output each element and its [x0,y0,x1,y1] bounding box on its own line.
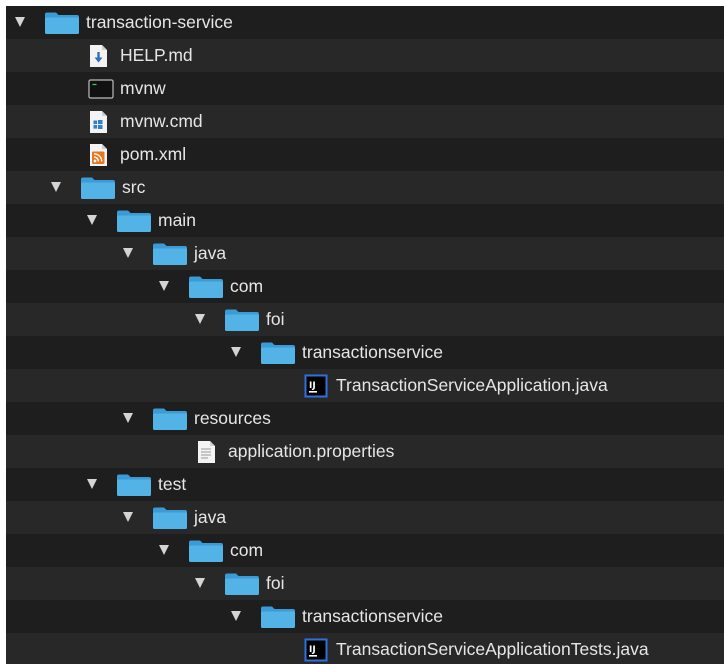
disclosure-triangle-icon[interactable] [123,248,133,258]
tree-item-label: com [230,276,264,296]
tree-folder-row[interactable]: test [6,468,724,501]
disclosure-triangle-icon[interactable] [159,545,169,555]
tree-folder-row[interactable]: com [6,270,724,303]
tree-folder-row[interactable]: java [6,237,724,270]
tree-file-row[interactable]: application.properties [6,435,724,468]
folder-icon [188,275,224,304]
disclosure-triangle-icon[interactable] [87,479,97,489]
tree-item-label: mvnw.cmd [120,111,203,131]
disclosure-triangle-icon[interactable] [123,413,133,423]
folder-icon [80,176,116,205]
svg-text:IJ: IJ [309,645,316,655]
tree-folder-row[interactable]: resources [6,402,724,435]
intellij-java-file-icon: IJ [304,374,328,403]
tree-file-row[interactable]: mvnw [6,72,724,105]
tree-item-label: com [230,540,264,560]
tree-item-label: TransactionServiceApplication.java [336,375,608,395]
tree-folder-row[interactable]: transaction-service [6,6,724,39]
tree-item-label: resources [194,408,271,428]
tree-folder-row[interactable]: main [6,204,724,237]
folder-icon [44,11,80,40]
terminal-file-icon [88,77,114,106]
disclosure-triangle-icon[interactable] [123,512,133,522]
text-document-icon [196,440,217,469]
tree-item-label: application.properties [228,441,395,461]
disclosure-triangle-icon[interactable] [195,578,205,588]
markdown-file-icon [88,44,109,73]
disclosure-triangle-icon[interactable] [15,17,25,27]
folder-icon [116,209,152,238]
tree-item-label: TransactionServiceApplicationTests.java [336,639,649,659]
tree-folder-row[interactable]: com [6,534,724,567]
folder-icon [152,407,188,436]
disclosure-triangle-icon[interactable] [159,281,169,291]
tree-item-label: mvnw [120,78,166,98]
tree-item-label: src [122,177,146,197]
tree-folder-row[interactable]: java [6,501,724,534]
tree-item-label: transactionservice [302,342,444,362]
folder-icon [224,308,260,337]
folder-icon [152,506,188,535]
tree-item-label: test [158,474,187,494]
tree-file-row[interactable]: IJ TransactionServiceApplication.java [6,369,724,402]
tree-folder-row[interactable]: foi [6,567,724,600]
disclosure-triangle-icon[interactable] [87,215,97,225]
folder-icon [260,341,296,370]
tree-file-row[interactable]: HELP.md [6,39,724,72]
tree-item-label: transactionservice [302,606,444,626]
disclosure-triangle-icon[interactable] [195,314,205,324]
disclosure-triangle-icon[interactable] [231,347,241,357]
tree-item-label: foi [266,573,285,593]
folder-icon [116,473,152,502]
tree-file-row[interactable]: mvnw.cmd [6,105,724,138]
tree-item-label: transaction-service [86,12,233,32]
tree-item-label: pom.xml [120,144,187,164]
tree-item-label: java [194,243,227,263]
tree-folder-row[interactable]: transactionservice [6,336,724,369]
tree-item-label: java [194,507,227,527]
tree-file-row[interactable]: IJ TransactionServiceApplicationTests.jav… [6,633,724,664]
folder-icon [152,242,188,271]
disclosure-triangle-icon[interactable] [231,611,241,621]
file-tree-panel: transaction-service HELP.md mvnw mvnw.cmd po… [6,6,724,664]
folder-icon [224,572,260,601]
tree-folder-row[interactable]: transactionservice [6,600,724,633]
folder-icon [188,539,224,568]
tree-item-label: main [158,210,196,230]
disclosure-triangle-icon[interactable] [51,182,61,192]
xml-feed-file-icon [88,143,109,172]
tree-item-label: foi [266,309,285,329]
tree-folder-row[interactable]: foi [6,303,724,336]
intellij-java-file-icon: IJ [304,638,328,664]
tree-item-label: HELP.md [120,45,193,65]
svg-text:IJ: IJ [309,381,316,391]
folder-icon [260,605,296,634]
tree-file-row[interactable]: pom.xml [6,138,724,171]
windows-cmd-file-icon [88,110,109,139]
tree-folder-row[interactable]: src [6,171,724,204]
